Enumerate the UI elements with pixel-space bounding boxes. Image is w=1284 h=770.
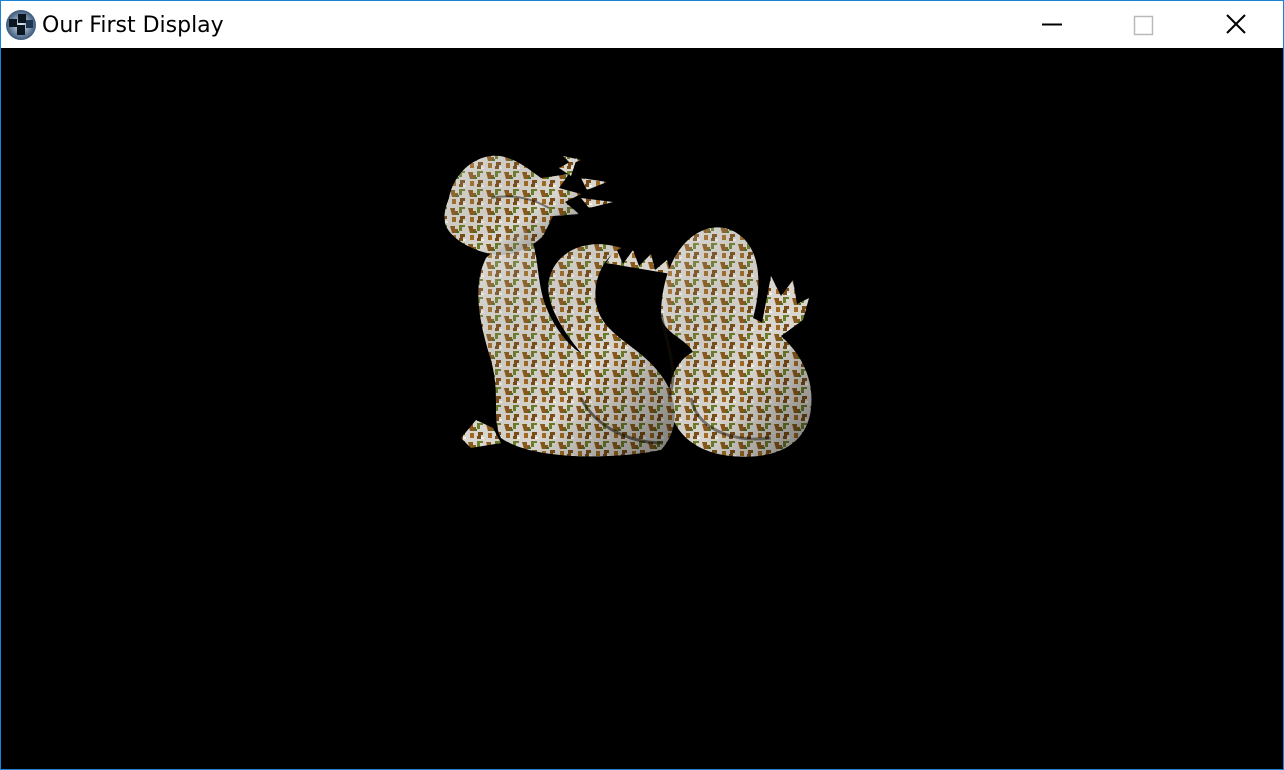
maximize-icon	[1133, 15, 1154, 36]
app-icon[interactable]	[4, 8, 38, 42]
title-bar[interactable]: Our First Display	[1, 1, 1283, 48]
window-title: Our First Display	[42, 13, 224, 38]
app-window: Our First Display	[0, 0, 1284, 770]
maximize-button[interactable]	[1097, 1, 1189, 48]
close-button[interactable]	[1189, 1, 1281, 48]
close-icon	[1226, 14, 1246, 34]
minimize-button[interactable]	[1005, 1, 1097, 48]
render-canvas[interactable]	[1, 48, 1283, 769]
textured-dragon-model	[444, 155, 812, 457]
